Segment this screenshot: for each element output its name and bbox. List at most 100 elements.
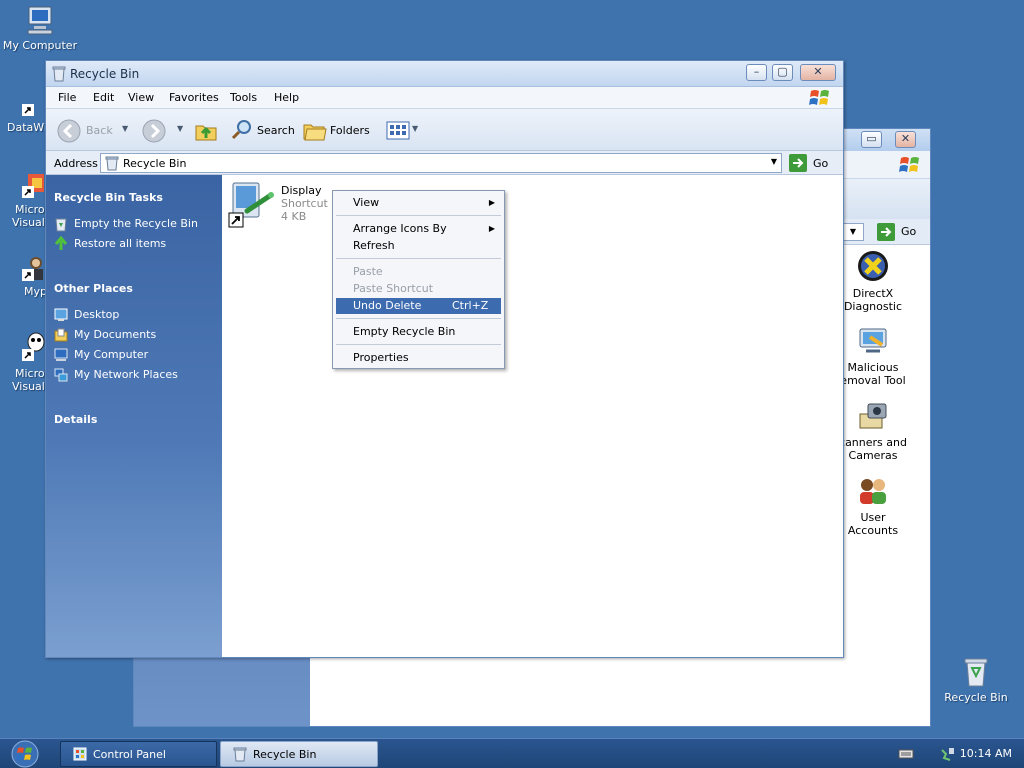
menu-item-label: Undo Delete (353, 299, 422, 312)
places-heading: Other Places (54, 282, 133, 295)
empty-recycle-bin-link[interactable]: Empty the Recycle Bin (54, 216, 198, 232)
menu-separator (336, 318, 501, 319)
scanner-camera-icon (859, 403, 887, 429)
documents-folder-icon (54, 328, 68, 342)
file-list[interactable]: Display Shortcut 4 KB (222, 175, 843, 657)
cp-item-label: User (860, 511, 886, 524)
menu-separator (336, 344, 501, 345)
network-tray-icon[interactable] (940, 746, 956, 762)
place-my-documents-link[interactable]: My Documents (54, 327, 156, 343)
computer-icon (27, 6, 53, 35)
desktop-icon (54, 308, 68, 321)
forward-arrow-icon[interactable] (142, 119, 166, 143)
link-label: My Computer (74, 348, 149, 361)
menu-item-label: View (353, 196, 380, 209)
forward-dropdown-icon[interactable]: ▼ (177, 124, 183, 133)
cp-item-label: DirectX (852, 287, 894, 300)
recycle-bin-icon (105, 156, 119, 171)
menu-favorites[interactable]: Favorites (169, 91, 219, 104)
cp-item-label: Accounts (847, 524, 899, 537)
desktop-icon-myp[interactable] (20, 254, 48, 282)
menu-help[interactable]: Help (274, 91, 299, 104)
menu-item-undo-delete[interactable]: Undo Delete Ctrl+Z (336, 298, 501, 314)
back-button[interactable]: Back (86, 124, 113, 137)
go-button[interactable]: Go (901, 225, 916, 238)
desktop-icon-visual-1[interactable] (20, 172, 48, 198)
close-button[interactable]: ✕ (895, 131, 916, 148)
place-my-computer-link[interactable]: My Computer (54, 347, 148, 363)
menu-item-view[interactable]: View ▶ (336, 195, 501, 211)
search-icon[interactable] (230, 118, 254, 142)
menu-item-label: Empty Recycle Bin (353, 325, 456, 338)
menu-item-label: Refresh (353, 239, 395, 252)
menu-item-paste: Paste (336, 264, 501, 280)
restore-arrow-icon (54, 236, 68, 250)
menu-item-properties[interactable]: Properties (336, 350, 501, 366)
folders-icon[interactable] (303, 120, 327, 142)
desktop-icon-label: Recycle Bin (944, 691, 1008, 704)
search-button[interactable]: Search (257, 124, 295, 137)
go-arrow-icon[interactable] (789, 154, 807, 172)
views-icon[interactable] (386, 121, 412, 141)
maximize-button[interactable]: ▢ (772, 64, 793, 81)
taskbar-button-control-panel[interactable]: Control Panel (60, 741, 217, 767)
keyboard-icon[interactable] (898, 748, 914, 760)
address-label: Address (54, 157, 98, 170)
cp-item-label: canners and (839, 436, 907, 449)
menu-edit[interactable]: Edit (93, 91, 114, 104)
desktop-icon-label: Visual (12, 380, 45, 393)
link-label: My Network Places (74, 368, 178, 381)
up-folder-icon[interactable] (194, 118, 218, 142)
go-arrow-icon[interactable] (877, 223, 895, 241)
minimize-button[interactable]: – (746, 64, 767, 81)
menu-separator (336, 215, 501, 216)
computer-icon (54, 348, 68, 361)
restore-all-link[interactable]: Restore all items (54, 236, 166, 252)
file-item-display[interactable]: Display Shortcut 4 KB (227, 181, 337, 231)
views-dropdown-icon[interactable]: ▼ (412, 124, 418, 133)
place-desktop-link[interactable]: Desktop (54, 307, 119, 323)
menu-item-arrange-icons[interactable]: Arrange Icons By ▶ (336, 221, 501, 237)
folders-button[interactable]: Folders (330, 124, 370, 137)
clock: 10:14 AM (959, 747, 1012, 760)
menu-file[interactable]: File (58, 91, 76, 104)
back-dropdown-icon[interactable]: ▼ (122, 124, 128, 133)
desktop-icon-label: DataWi (7, 121, 47, 134)
close-button[interactable]: ✕ (800, 64, 836, 81)
shortcut-arrow-icon (22, 104, 34, 116)
context-menu: View ▶ Arrange Icons By ▶ Refresh Paste Pa… (332, 190, 505, 369)
desktop-icon-label: Micro (15, 203, 45, 216)
address-dropdown-arrow[interactable]: ▼ (771, 157, 777, 166)
start-button-windows-logo-icon[interactable] (8, 739, 42, 768)
desktop-icon-my-computer[interactable]: My Computer (0, 4, 80, 52)
address-input[interactable]: Recycle Bin ▼ (100, 153, 782, 173)
place-network-link[interactable]: My Network Places (54, 367, 178, 383)
back-arrow-icon[interactable] (57, 119, 81, 143)
desktop-icon-recycle-bin[interactable]: Recycle Bin (936, 656, 1016, 704)
link-label: Empty the Recycle Bin (74, 217, 198, 230)
taskbar-button-recycle-bin[interactable]: Recycle Bin (220, 741, 378, 767)
menu-item-empty-recycle-bin[interactable]: Empty Recycle Bin (336, 324, 501, 340)
go-button[interactable]: Go (813, 157, 828, 170)
recycle-bin-icon (964, 658, 988, 687)
link-label: Desktop (74, 308, 120, 321)
menu-item-label: Paste (353, 265, 383, 278)
cp-item-label: Cameras (848, 449, 898, 462)
address-dropdown-arrow[interactable]: ▼ (842, 223, 864, 241)
removal-tool-icon (859, 328, 887, 353)
desktop-icon-label: Micro (15, 367, 45, 380)
desktop-icon-visual-2[interactable] (20, 332, 48, 362)
menu-separator (336, 258, 501, 259)
toolbar: Back ▼ ▼ Search Folders ▼ (46, 109, 843, 151)
menu-tools[interactable]: Tools (230, 91, 257, 104)
submenu-arrow-icon: ▶ (488, 198, 495, 207)
restore-button[interactable]: ▭ (861, 131, 882, 148)
menu-item-refresh[interactable]: Refresh (336, 238, 501, 254)
task-pane: Recycle Bin Tasks Empty the Recycle Bin … (46, 175, 222, 657)
desktop-icon-label: My Computer (2, 39, 78, 52)
menu-view[interactable]: View (128, 91, 154, 104)
menu-item-label: Properties (353, 351, 409, 364)
cp-item-label: emoval Tool (840, 374, 906, 387)
menu-item-shortcut: Ctrl+Z (452, 299, 489, 312)
title-bar[interactable]: Recycle Bin – ▢ ✕ (46, 61, 843, 87)
